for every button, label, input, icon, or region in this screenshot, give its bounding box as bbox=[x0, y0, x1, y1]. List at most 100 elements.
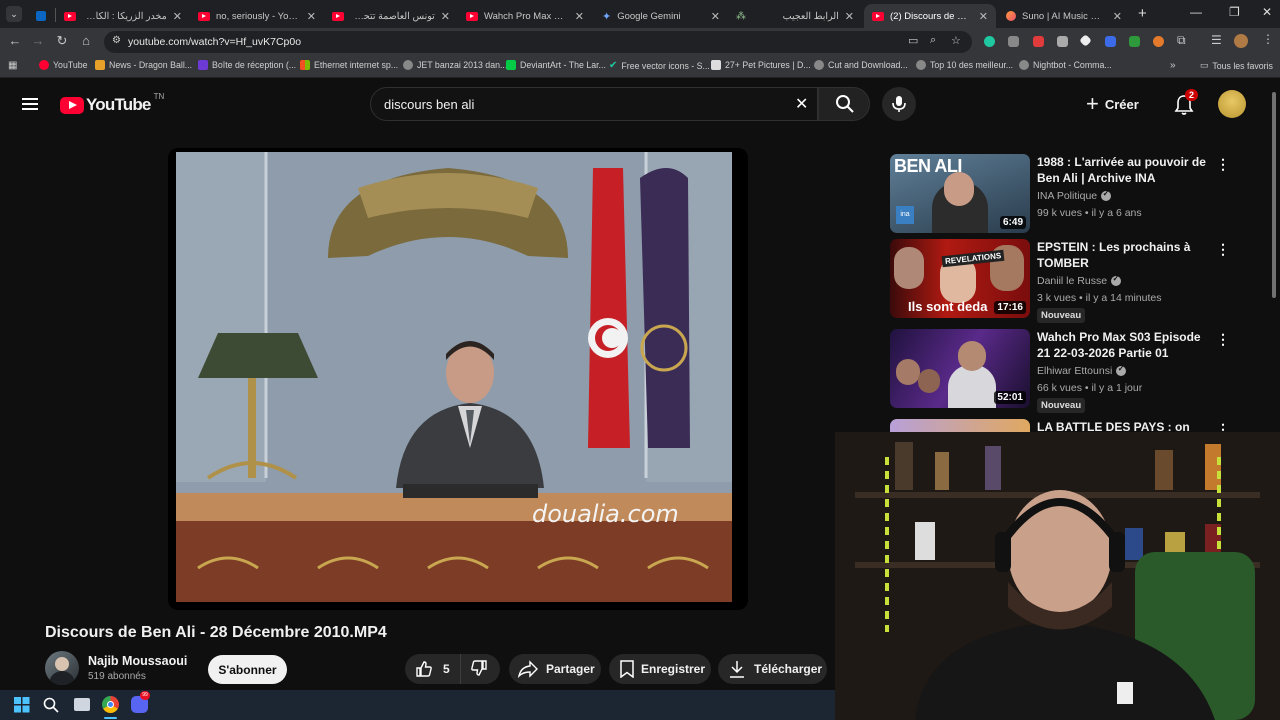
bookmark-item[interactable]: YouTube bbox=[39, 60, 88, 70]
video-thumbnail[interactable] bbox=[890, 419, 1030, 432]
more-options-icon[interactable]: ⋮ bbox=[1216, 331, 1230, 348]
close-tab-icon[interactable]: ✕ bbox=[1113, 10, 1122, 23]
cast-icon[interactable]: ▭ bbox=[908, 34, 918, 47]
bookmark-item[interactable]: Nightbot - Comma... bbox=[1019, 60, 1112, 70]
save-button[interactable]: Enregistrer bbox=[609, 654, 711, 684]
discord-taskbar-icon[interactable]: 99 bbox=[131, 691, 150, 713]
browser-tab-active[interactable]: (2) Discours de Ben Ali - ✕ bbox=[864, 4, 996, 28]
video-player[interactable]: doualia.com bbox=[168, 148, 748, 610]
browser-tab[interactable]: تونس العاصمة تتحول الى... ✕ bbox=[324, 4, 458, 28]
browser-tab[interactable] bbox=[28, 4, 54, 28]
recommended-video[interactable]: LA BATTLE DES PAYS : on ⋮ bbox=[890, 419, 1230, 432]
recommended-video[interactable]: BEN ALI ina 6:49 1988 : L'arrivée au pou… bbox=[890, 154, 1230, 234]
bookmark-item[interactable]: Boîte de réception (... bbox=[198, 60, 296, 70]
channel-name[interactable]: Najib Moussaoui bbox=[88, 654, 187, 668]
bookmark-item[interactable]: Top 10 des meilleur... bbox=[916, 60, 1013, 70]
bookmark-item[interactable]: News - Dragon Ball... bbox=[95, 60, 192, 70]
more-options-icon[interactable]: ⋮ bbox=[1216, 156, 1230, 173]
menu-hamburger-icon[interactable] bbox=[22, 95, 38, 113]
extension-icon[interactable] bbox=[984, 36, 995, 47]
browser-tab[interactable]: مخدر الزريكا : الكارثة في ... ✕ bbox=[56, 4, 190, 28]
like-button[interactable]: 5 bbox=[405, 654, 461, 684]
create-button[interactable]: + Créer bbox=[1086, 87, 1158, 121]
recommended-video[interactable]: 52:01 Wahch Pro Max S03 Episode 21 22-03… bbox=[890, 329, 1230, 413]
address-bar[interactable]: ⚙ youtube.com/watch?v=Hf_uvK7Cp0o ▭ ⌕ ☆ bbox=[104, 31, 972, 53]
close-tab-icon[interactable]: ✕ bbox=[979, 10, 988, 23]
site-info-icon[interactable]: ⚙ bbox=[112, 35, 121, 46]
forward-icon[interactable]: → bbox=[29, 33, 47, 48]
video-title[interactable]: EPSTEIN : Les prochains à TOMBER bbox=[1037, 239, 1209, 271]
share-button[interactable]: Partager bbox=[509, 654, 601, 684]
more-options-icon[interactable]: ⋮ bbox=[1216, 421, 1230, 432]
extension-icon[interactable] bbox=[1153, 36, 1164, 47]
bookmark-item[interactable]: Cut and Download... bbox=[814, 60, 908, 70]
search-button[interactable] bbox=[818, 87, 870, 121]
minimize-icon[interactable]: — bbox=[1190, 5, 1202, 19]
close-tab-icon[interactable]: ✕ bbox=[575, 10, 584, 23]
channel-name[interactable]: INA Politique bbox=[1037, 189, 1112, 202]
dislike-button[interactable] bbox=[461, 659, 488, 680]
extension-icon[interactable] bbox=[1057, 36, 1068, 47]
channel-name[interactable]: Daniil le Russe bbox=[1037, 274, 1122, 287]
close-tab-icon[interactable]: ✕ bbox=[441, 10, 450, 23]
youtube-logo[interactable]: YouTube TN bbox=[60, 92, 164, 115]
browser-tab[interactable]: no, seriously - YouTube ✕ bbox=[190, 4, 324, 28]
account-avatar[interactable] bbox=[1218, 90, 1246, 118]
channel-name[interactable]: Elhiwar Ettounsi bbox=[1037, 364, 1127, 377]
bookmark-item[interactable]: 27+ Pet Pictures | D... bbox=[711, 60, 811, 70]
bookmark-item[interactable]: JET banzai 2013 dan... bbox=[403, 60, 507, 70]
camera-extension-icon[interactable] bbox=[1008, 36, 1019, 47]
bookmark-item[interactable]: Ethernet internet sp... bbox=[300, 60, 398, 70]
notifications-button[interactable]: 2 bbox=[1172, 89, 1199, 117]
close-tab-icon[interactable]: ✕ bbox=[845, 10, 854, 23]
video-thumbnail[interactable]: 52:01 bbox=[890, 329, 1030, 408]
close-tab-icon[interactable]: ✕ bbox=[711, 10, 720, 23]
extension-icon[interactable] bbox=[1079, 34, 1092, 47]
channel-avatar[interactable] bbox=[45, 651, 79, 685]
bookmark-star-icon[interactable]: ☆ bbox=[951, 34, 961, 47]
extension-icon[interactable] bbox=[1033, 36, 1044, 47]
chrome-taskbar-icon[interactable] bbox=[102, 696, 119, 713]
extensions-puzzle-icon[interactable]: ⧉ bbox=[1177, 33, 1186, 48]
subscribe-button[interactable]: S'abonner bbox=[208, 655, 287, 684]
back-icon[interactable]: ← bbox=[6, 33, 24, 48]
page-scrollbar[interactable] bbox=[1272, 92, 1276, 298]
video-title[interactable]: Wahch Pro Max S03 Episode 21 22-03-2026 … bbox=[1037, 329, 1209, 361]
search-input[interactable]: discours ben ali ✕ bbox=[370, 87, 818, 121]
extension-icon[interactable] bbox=[1129, 36, 1140, 47]
tab-search-icon[interactable]: ⌄ bbox=[6, 6, 22, 22]
browser-tab[interactable]: Suno | AI Music Generat... ✕ bbox=[998, 4, 1130, 28]
browser-tab[interactable]: ⁂ الرابط العجيب ✕ bbox=[728, 4, 862, 28]
bookmark-item[interactable]: ✔ Free vector icons - S... bbox=[609, 60, 710, 71]
download-button[interactable]: Télécharger bbox=[718, 654, 827, 684]
close-tab-icon[interactable]: ✕ bbox=[173, 10, 182, 23]
all-bookmarks-folder[interactable]: ▭ Tous les favoris bbox=[1200, 60, 1273, 71]
recommended-video[interactable]: REVELATIONS Ils sont deda 17:16 EPSTEIN … bbox=[890, 239, 1230, 323]
reload-icon[interactable]: ↻ bbox=[53, 33, 71, 49]
zoom-icon[interactable]: ⌕ bbox=[930, 34, 936, 47]
browser-tab[interactable]: ✦ Google Gemini ✕ bbox=[594, 4, 728, 28]
more-bookmarks-icon[interactable]: » bbox=[1170, 60, 1176, 71]
bookmark-item[interactable]: DeviantArt - The Lar... bbox=[506, 60, 606, 70]
reading-list-icon[interactable]: ☰ bbox=[1211, 33, 1222, 47]
home-icon[interactable]: ⌂ bbox=[77, 33, 95, 48]
browser-tab[interactable]: Wahch Pro Max S03 Epis... ✕ bbox=[458, 4, 592, 28]
clear-search-icon[interactable]: ✕ bbox=[795, 94, 808, 114]
extension-icon[interactable] bbox=[1105, 36, 1116, 47]
apps-grid-icon[interactable]: ▦ bbox=[8, 60, 17, 71]
video-title[interactable]: LA BATTLE DES PAYS : on bbox=[1037, 419, 1209, 432]
close-window-icon[interactable]: ✕ bbox=[1262, 5, 1272, 19]
taskbar-search-icon[interactable] bbox=[43, 697, 59, 713]
browser-menu-icon[interactable]: ⋮ bbox=[1262, 32, 1274, 46]
voice-search-button[interactable] bbox=[882, 87, 916, 121]
close-tab-icon[interactable]: ✕ bbox=[307, 10, 316, 23]
video-title[interactable]: 1988 : L'arrivée au pouvoir de Ben Ali |… bbox=[1037, 154, 1209, 186]
task-view-icon[interactable] bbox=[74, 698, 90, 711]
more-options-icon[interactable]: ⋮ bbox=[1216, 241, 1230, 258]
video-thumbnail[interactable]: BEN ALI ina 6:49 bbox=[890, 154, 1030, 233]
new-tab-icon[interactable]: + bbox=[1138, 5, 1147, 22]
profile-avatar-icon[interactable] bbox=[1234, 34, 1248, 48]
windows-start-icon[interactable] bbox=[14, 697, 30, 713]
restore-icon[interactable]: ❐ bbox=[1229, 5, 1240, 19]
video-thumbnail[interactable]: REVELATIONS Ils sont deda 17:16 bbox=[890, 239, 1030, 318]
